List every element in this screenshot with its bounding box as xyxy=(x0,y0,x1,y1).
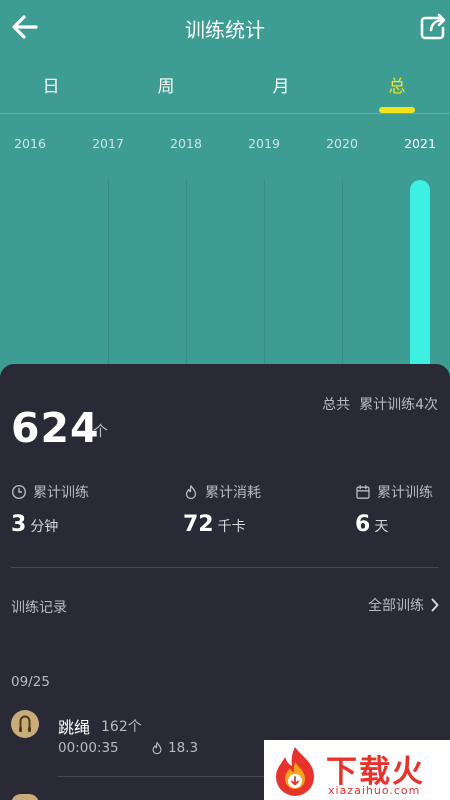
tab-total[interactable]: 总 xyxy=(367,72,427,97)
next-record-avatar xyxy=(11,794,39,800)
stat-calories: 累计消耗 72 千卡 xyxy=(183,482,323,537)
stat-unit: 天 xyxy=(374,519,389,535)
tab-day[interactable]: 日 xyxy=(21,72,81,97)
stat-label: 累计训练 xyxy=(377,485,433,501)
stat-training-time: 累计训练 3 分钟 xyxy=(11,482,151,537)
section-divider xyxy=(11,567,439,568)
total-unit: 个 xyxy=(93,422,109,440)
year-label-2020[interactable]: 2020 xyxy=(312,136,372,151)
year-label-2017[interactable]: 2017 xyxy=(78,136,138,151)
stat-value: 3 xyxy=(11,512,27,537)
record-date: 09/25 xyxy=(11,674,50,690)
records-title: 训练记录 xyxy=(11,600,67,616)
stats-panel: 624 个 总共 累计训练4次 累计训练 3 分钟 累计消耗 72 千卡 累计训… xyxy=(0,364,450,800)
grid-line xyxy=(186,180,187,374)
record-name: 跳绳 xyxy=(58,718,91,737)
year-label-2016[interactable]: 2016 xyxy=(0,136,60,151)
jump-rope-avatar xyxy=(11,710,39,738)
all-records-label: 全部训练 xyxy=(368,598,424,614)
total-label: 总共 xyxy=(322,397,351,413)
total-summary: 总共 累计训练4次 xyxy=(322,394,438,414)
watermark-url: xiazaihuo.com xyxy=(328,784,421,797)
record-calories: 18.3 xyxy=(168,740,199,756)
total-count: 624 xyxy=(11,404,100,452)
flame-icon xyxy=(152,742,162,755)
year-label-2018[interactable]: 2018 xyxy=(156,136,216,151)
stat-unit: 千卡 xyxy=(217,519,246,535)
record-duration: 00:00:35 xyxy=(58,740,119,756)
stat-value: 6 xyxy=(355,512,371,537)
watermark-logo: 下载火 xiazaihuo.com xyxy=(264,740,450,800)
tab-week[interactable]: 周 xyxy=(136,72,196,97)
yearly-bar-chart: 2016 2017 2018 2019 2020 2021 xyxy=(0,114,450,374)
grid-line xyxy=(342,180,343,374)
stat-value: 72 xyxy=(183,512,214,537)
stat-label: 累计训练 xyxy=(33,485,89,501)
year-label-2019[interactable]: 2019 xyxy=(234,136,294,151)
stat-unit: 分钟 xyxy=(30,519,59,535)
stat-training-days: 累计训练 6 天 xyxy=(355,482,450,537)
all-records-link[interactable]: 全部训练 xyxy=(368,595,440,615)
bar-2021[interactable] xyxy=(410,180,430,374)
year-label-2021[interactable]: 2021 xyxy=(390,136,450,151)
tab-month[interactable]: 月 xyxy=(251,72,311,97)
chevron-right-icon xyxy=(431,598,439,612)
share-button[interactable] xyxy=(416,10,450,44)
clock-icon xyxy=(11,484,27,500)
calendar-icon xyxy=(356,484,370,499)
record-count: 162个 xyxy=(101,719,142,735)
page-title: 训练统计 xyxy=(185,18,265,42)
sessions-text: 累计训练4次 xyxy=(359,397,438,413)
flame-logo-icon xyxy=(276,747,314,796)
stat-label: 累计消耗 xyxy=(205,485,261,501)
share-icon xyxy=(420,13,446,40)
grid-line xyxy=(264,180,265,374)
top-bar: 训练统计 xyxy=(0,0,450,56)
period-tabs: 日 周 月 总 xyxy=(0,62,450,114)
jump-rope-icon xyxy=(19,715,31,732)
flame-icon xyxy=(185,485,197,500)
grid-line xyxy=(108,180,109,374)
